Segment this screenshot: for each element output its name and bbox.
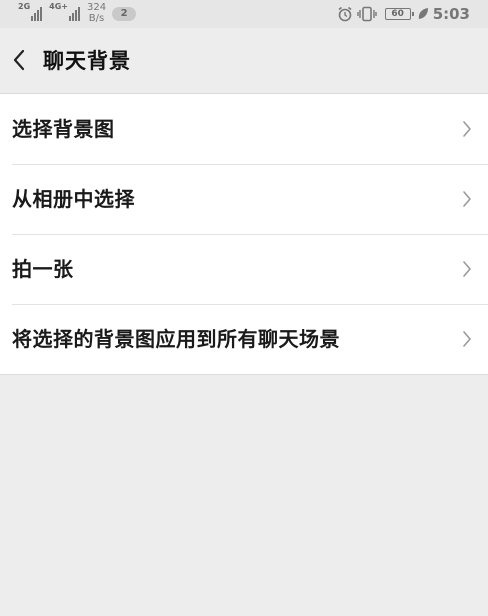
back-button[interactable] <box>6 47 32 73</box>
chevron-right-icon <box>463 121 471 137</box>
notification-badge: 2 <box>112 7 137 21</box>
network-speed: 324 B/s <box>87 2 106 24</box>
leaf-icon <box>418 8 428 19</box>
menu-list: 选择背景图 从相册中选择 拍一张 将选择的背景图应用到所有聊天场景 <box>0 94 488 374</box>
chevron-right-icon <box>463 331 471 347</box>
menu-item-take-photo[interactable]: 拍一张 <box>0 234 488 304</box>
navigation-bar: 聊天背景 <box>0 28 488 94</box>
menu-item-label: 将选择的背景图应用到所有聊天场景 <box>12 327 340 351</box>
menu-item-select-background[interactable]: 选择背景图 <box>0 94 488 164</box>
sim2-signal: 4G+ <box>49 2 81 21</box>
clock: 5:03 <box>432 5 470 23</box>
signal-bars-icon <box>31 5 43 21</box>
menu-item-label: 拍一张 <box>12 257 74 281</box>
chevron-right-icon <box>463 261 471 277</box>
chevron-right-icon <box>463 191 471 207</box>
network-speed-value: 324 <box>86 2 107 13</box>
menu-item-apply-to-all-chats[interactable]: 将选择的背景图应用到所有聊天场景 <box>0 304 488 374</box>
menu-item-choose-from-album[interactable]: 从相册中选择 <box>0 164 488 234</box>
battery-icon: 60 <box>384 8 414 20</box>
chevron-left-icon <box>13 49 25 71</box>
network-speed-unit: B/s <box>88 13 105 24</box>
sim2-label: 4G+ <box>49 2 68 11</box>
sim1-signal: 2G <box>18 2 43 21</box>
status-right: 60 5:03 <box>337 3 470 25</box>
menu-list-divider <box>0 374 488 375</box>
battery-level: 60 <box>391 8 404 19</box>
vibrate-icon <box>356 6 377 22</box>
menu-item-label: 从相册中选择 <box>12 187 135 211</box>
menu-item-label: 选择背景图 <box>12 117 115 141</box>
sim1-label: 2G <box>18 2 31 11</box>
signal-bars-icon <box>68 5 81 21</box>
status-left: 2G 4G+ 324 B/s 2 <box>18 2 137 26</box>
status-bar: 2G 4G+ 324 B/s 2 60 5:03 <box>0 0 488 28</box>
alarm-icon <box>338 6 352 22</box>
page-title: 聊天背景 <box>43 49 131 73</box>
